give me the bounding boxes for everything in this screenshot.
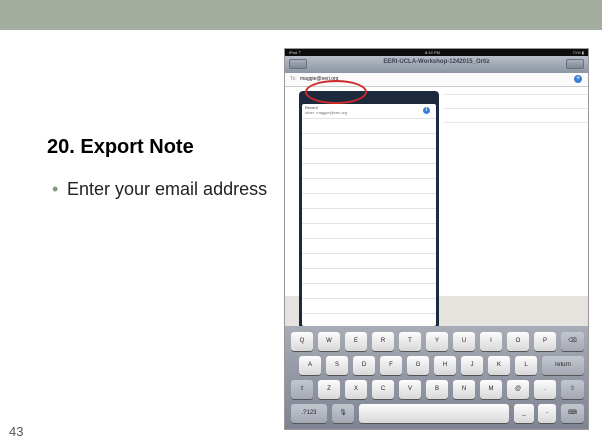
key-f[interactable]: F <box>380 356 402 375</box>
email-subject-title: EERI-UCLA-Workshop-1242015_Ortiz <box>383 59 490 65</box>
key-d[interactable]: D <box>353 356 375 375</box>
bullet-marker: • <box>52 179 59 199</box>
ipad-status-bar: iPad ⇡ 8:19 PM 71% ▮ <box>285 49 588 56</box>
key-period[interactable]: . <box>534 380 556 399</box>
ipad-screenshot: iPad ⇡ 8:19 PM 71% ▮ EERI-UCLA-Workshop-… <box>284 48 589 430</box>
page-number: 43 <box>9 424 24 439</box>
key-y[interactable]: Y <box>426 332 448 351</box>
list-item <box>302 164 436 179</box>
key-at[interactable]: @ <box>507 380 529 399</box>
slide-title: 20. Export Note <box>47 136 194 158</box>
key-o[interactable]: O <box>507 332 529 351</box>
key-b[interactable]: B <box>426 380 448 399</box>
list-item <box>302 134 436 149</box>
list-item <box>302 119 436 134</box>
key-s[interactable]: S <box>326 356 348 375</box>
recipient-list: Recent other maggie@eeri.org i <box>302 104 436 326</box>
divider <box>443 122 588 123</box>
highlight-circle <box>305 80 367 104</box>
key-q[interactable]: Q <box>291 332 313 351</box>
divider <box>443 108 588 109</box>
bullet-text: Enter your email address <box>67 179 268 199</box>
slide-top-bar <box>0 0 602 30</box>
status-time: 8:19 PM <box>425 50 440 55</box>
key-dash[interactable]: - <box>538 404 556 423</box>
recent-entry-label: other <box>305 110 315 115</box>
divider <box>443 94 588 95</box>
carrier-label: iPad ⇡ <box>289 50 302 55</box>
key-v[interactable]: V <box>399 380 421 399</box>
key-i[interactable]: I <box>480 332 502 351</box>
key-m[interactable]: M <box>480 380 502 399</box>
key-j[interactable]: J <box>461 356 483 375</box>
list-item <box>302 269 436 284</box>
send-button[interactable] <box>566 59 584 69</box>
list-item <box>302 314 436 326</box>
key-r[interactable]: R <box>372 332 394 351</box>
key-z[interactable]: Z <box>318 380 340 399</box>
shift-left-key[interactable]: ⇧ <box>291 380 313 399</box>
list-item <box>302 239 436 254</box>
list-item <box>302 179 436 194</box>
key-l[interactable]: L <box>515 356 537 375</box>
recent-recipient-row[interactable]: Recent other maggie@eeri.org i <box>302 104 436 119</box>
recent-entry: other maggie@eeri.org <box>305 110 347 115</box>
list-item <box>302 224 436 239</box>
battery-indicator: 71% ▮ <box>572 50 584 55</box>
numbers-key[interactable]: .?123 <box>291 404 327 423</box>
key-t[interactable]: T <box>399 332 421 351</box>
list-item <box>302 299 436 314</box>
bullet-item: • Enter your email address <box>52 178 282 201</box>
recipients-popover: Recent other maggie@eeri.org i <box>299 91 439 329</box>
key-u[interactable]: U <box>453 332 475 351</box>
key-g[interactable]: G <box>407 356 429 375</box>
list-item <box>302 209 436 224</box>
hide-keyboard-key[interactable]: ⌨ <box>561 404 584 423</box>
key-e[interactable]: E <box>345 332 367 351</box>
to-label: To: <box>290 76 297 82</box>
key-underscore[interactable]: _ <box>514 404 534 423</box>
key-a[interactable]: A <box>299 356 321 375</box>
space-key[interactable] <box>359 404 509 423</box>
key-x[interactable]: X <box>345 380 367 399</box>
backspace-key[interactable]: ⌫ <box>561 332 584 351</box>
microphone-key[interactable]: 🎙 <box>332 404 354 423</box>
key-n[interactable]: N <box>453 380 475 399</box>
list-item <box>302 284 436 299</box>
shift-right-key[interactable]: ⇧ <box>561 380 584 399</box>
list-item <box>302 149 436 164</box>
add-recipient-icon[interactable]: + <box>574 75 582 83</box>
key-h[interactable]: H <box>434 356 456 375</box>
list-item <box>302 194 436 209</box>
list-item <box>302 254 436 269</box>
info-icon[interactable]: i <box>423 107 430 114</box>
key-k[interactable]: K <box>488 356 510 375</box>
key-w[interactable]: W <box>318 332 340 351</box>
email-nav-bar: EERI-UCLA-Workshop-1242015_Ortiz <box>285 56 588 73</box>
key-p[interactable]: P <box>534 332 556 351</box>
key-c[interactable]: C <box>372 380 394 399</box>
return-key[interactable]: return <box>542 356 584 375</box>
onscreen-keyboard: Q W E R T Y U I O P ⌫ A S D F G H J K L … <box>285 326 588 429</box>
recent-entry-email: maggie@eeri.org <box>316 110 348 115</box>
